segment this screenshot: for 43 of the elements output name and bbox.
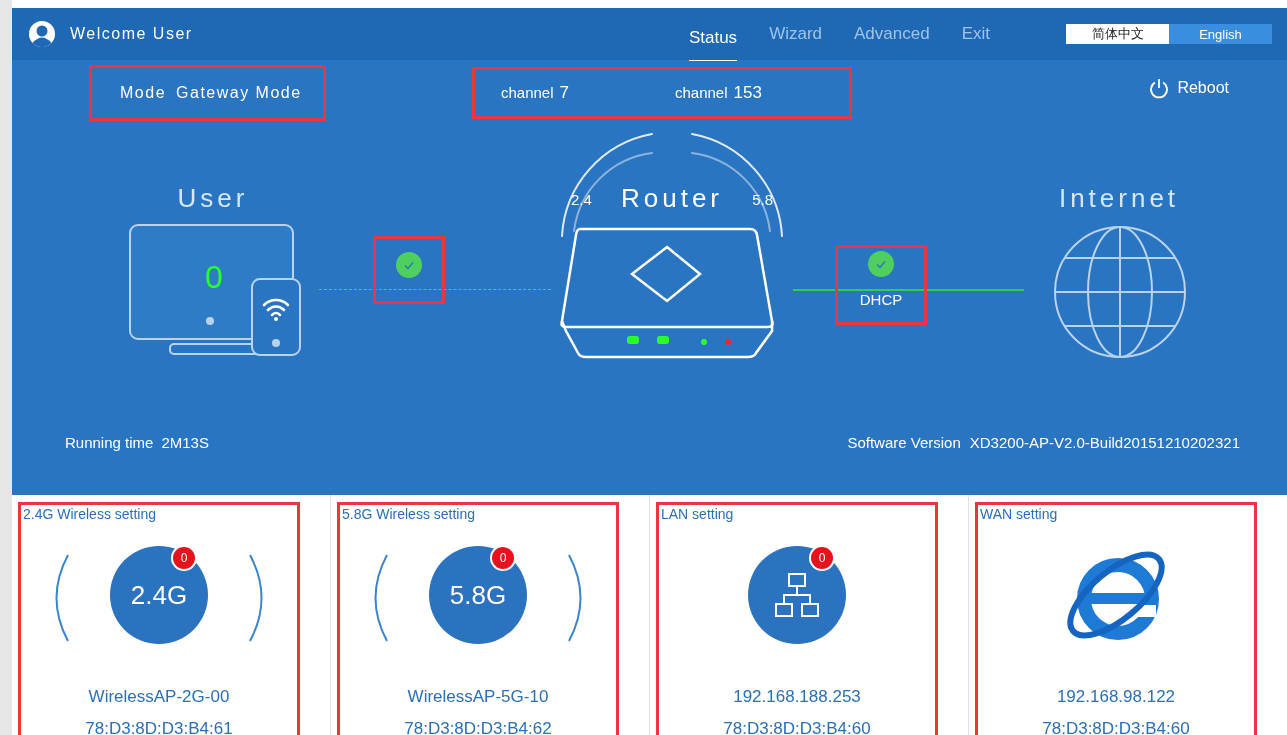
network-name: 192.168.98.122 [1056, 687, 1176, 707]
card-title-link[interactable]: 2.4G Wireless setting [23, 506, 157, 522]
network-name: WirelessAP-2G-00 [88, 687, 230, 707]
welcome-text: Welcome User [70, 25, 193, 43]
mac-address: 78:D3:8D:D3:B4:60 [723, 719, 871, 735]
user-avatar-icon [28, 20, 56, 48]
network-name: 192.168.188.253 [733, 687, 861, 707]
mode-value: Gateway Mode [176, 84, 302, 102]
nav-tab[interactable]: Wizard [753, 8, 839, 60]
reboot-button[interactable]: Reboot [1149, 78, 1229, 98]
count-badge: 0 [490, 545, 516, 571]
channel-number: 7 [559, 83, 569, 103]
count-badge: 0 [171, 545, 197, 571]
software-version-value: XD3200-AP-V2.0-Build20151210202321 [969, 434, 1240, 451]
mac-address: 78:D3:8D:D3:B4:61 [85, 719, 233, 735]
nav-tab[interactable]: Advanced [838, 8, 946, 60]
channel-label: channel [501, 84, 554, 101]
section-title: Router [620, 182, 723, 214]
band-label: 5.8 [752, 191, 773, 208]
channel-number: 153 [733, 83, 762, 103]
mac-address: 78:D3:8D:D3:B4:62 [404, 719, 552, 735]
running-time-label: Running time [65, 434, 154, 451]
network-name: WirelessAP-5G-10 [407, 687, 549, 707]
band-label: 2.4 [571, 191, 592, 208]
running-time-value: 2M13S [161, 434, 209, 451]
section-title: Internet [1058, 182, 1180, 214]
channel-label: channel [675, 84, 728, 101]
protocol-label: DHCP [859, 291, 903, 308]
software-version-label: Software Version [847, 434, 961, 451]
mode-label: Mode [120, 84, 167, 102]
language-button[interactable]: 简体中文 [1066, 24, 1169, 44]
globe-icon [1053, 225, 1187, 359]
card-title-link[interactable]: 5.8G Wireless setting [342, 506, 476, 522]
card-title-link[interactable]: WAN setting [980, 506, 1058, 522]
language-button[interactable]: English [1169, 24, 1272, 44]
card-title-link[interactable]: LAN setting [661, 506, 734, 522]
device-count: 0 [205, 259, 223, 296]
section-title: User [177, 182, 249, 214]
nav-tab[interactable]: Exit [945, 8, 1006, 60]
power-icon [1149, 78, 1170, 98]
count-badge: 0 [809, 545, 835, 571]
mac-address: 78:D3:8D:D3:B4:60 [1042, 719, 1190, 735]
network-icon [748, 546, 846, 644]
